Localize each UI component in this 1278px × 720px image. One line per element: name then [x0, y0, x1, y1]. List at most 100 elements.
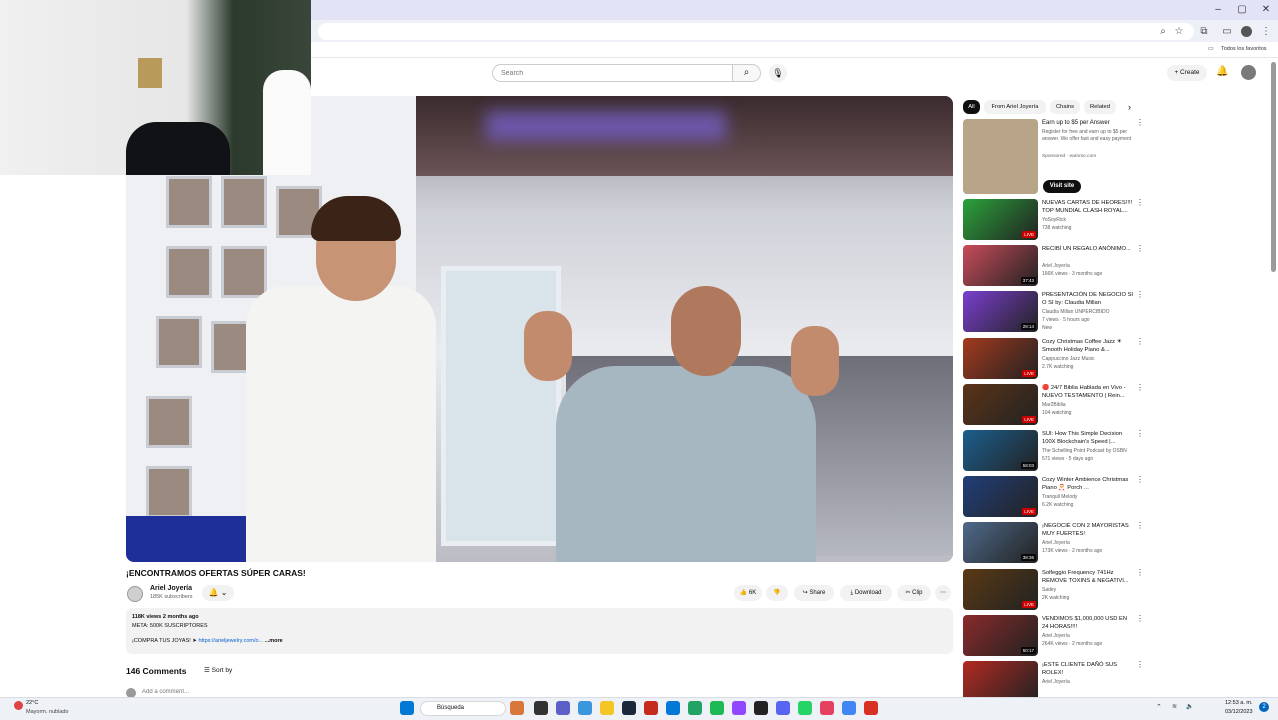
notifications-bell-icon[interactable]: 🔔 [1216, 66, 1228, 77]
download-button[interactable]: ⤓ Download [840, 585, 892, 601]
search-input[interactable] [492, 64, 733, 82]
video-thumbnail[interactable]: LIVE [963, 338, 1038, 379]
video-title[interactable]: Solfeggio Frequency 741Hz REMOVE TOXINS … [1042, 569, 1134, 585]
sort-by-button[interactable]: ☰ Sort by [204, 666, 232, 674]
video-title[interactable]: NUEVAS CARTAS DE HEORES!!!! TOP MUNDIAL … [1042, 199, 1134, 215]
channel-name[interactable]: Ariel Joyería [1042, 540, 1070, 546]
more-options-icon[interactable]: ⋮ [1136, 290, 1144, 299]
more-options-icon[interactable]: ⋮ [1136, 244, 1144, 253]
create-button[interactable]: + Create [1167, 65, 1207, 81]
channel-name[interactable]: Ariel Joyería [150, 585, 192, 592]
more-options-icon[interactable]: ⋮ [1136, 614, 1144, 623]
video-thumbnail[interactable]: LIVE [963, 569, 1038, 610]
dislike-button[interactable]: 👎 [766, 585, 788, 601]
more-options-icon[interactable]: ⋮ [1136, 521, 1144, 530]
address-bar[interactable] [318, 23, 1194, 40]
clock-date[interactable]: 03/12/2023 [1225, 709, 1253, 715]
app-icon[interactable] [820, 701, 834, 715]
whatsapp-icon[interactable] [798, 701, 812, 715]
volume-icon[interactable]: 🔈 [1186, 703, 1193, 710]
more-options-icon[interactable]: ⋮ [1136, 198, 1144, 207]
wifi-icon[interactable]: ≋ [1172, 703, 1177, 710]
channel-name[interactable]: Claudia Millan UNPERCIBIDO [1042, 309, 1110, 315]
extensions-icon[interactable]: ⧉ [1197, 25, 1211, 39]
more-options-icon[interactable]: ⋮ [1136, 475, 1144, 484]
all-bookmarks-link[interactable]: Todos los favoritos [1221, 46, 1267, 52]
add-comment-input[interactable] [142, 689, 442, 695]
share-button[interactable]: ↪ Share [794, 585, 834, 601]
taskbar-search[interactable]: Búsqueda [420, 701, 506, 716]
app-icon[interactable] [864, 701, 878, 715]
clock-time[interactable]: 12:53 a. m. [1225, 700, 1253, 706]
more-options-icon[interactable]: ⋮ [1136, 429, 1144, 438]
account-avatar[interactable] [1241, 65, 1256, 80]
channel-name[interactable]: Cappuccino Jazz Music [1042, 356, 1095, 362]
video-title[interactable]: SUI: How This Simple Decision 100X Block… [1042, 430, 1134, 446]
microphone-icon[interactable]: 🎙 [769, 64, 787, 82]
video-title[interactable]: ¡NEGOCIÉ CON 2 MAYORISTAS MUY FUERTES! [1042, 522, 1134, 538]
more-options-icon[interactable]: ⋮ [1136, 383, 1144, 392]
visit-site-button[interactable]: Visit site [1043, 180, 1081, 193]
channel-name[interactable]: YoSoyRick [1042, 217, 1066, 223]
video-title[interactable]: Cozy Winter Ambience Christmas Piano 🎅 P… [1042, 476, 1134, 492]
channel-name[interactable]: Ariel Joyería [1042, 633, 1070, 639]
video-thumbnail[interactable]: 38:36 [963, 522, 1038, 563]
video-thumbnail[interactable]: LIVE [963, 384, 1038, 425]
app-icon[interactable] [754, 701, 768, 715]
windows-start-icon[interactable] [400, 701, 414, 715]
app-icon[interactable] [666, 701, 680, 715]
shop-link[interactable]: https://arieljewelry.com/o... [198, 638, 263, 644]
more-options-icon[interactable]: ⋮ [1136, 337, 1144, 346]
more-options-icon[interactable]: ⋮ [1136, 568, 1144, 577]
file-explorer-icon[interactable] [600, 701, 614, 715]
video-thumbnail[interactable]: 28:14 [963, 291, 1038, 332]
profile-icon[interactable] [1241, 26, 1252, 37]
system-tray-chevron-icon[interactable]: ⌃ [1156, 703, 1162, 711]
task-view-icon[interactable] [534, 701, 548, 715]
scrollbar[interactable] [1271, 62, 1276, 272]
like-button[interactable]: 👍 6K [734, 585, 762, 601]
chip-from-channel[interactable]: From Ariel Joyería [984, 100, 1046, 114]
video-title[interactable]: RECIBÍ UN REGALO ANÓNIMO... [1042, 245, 1134, 261]
more-link[interactable]: ...more [265, 638, 283, 644]
bookmark-star-icon[interactable]: ☆ [1172, 25, 1186, 39]
channel-name[interactable]: Mar2Biblia [1042, 402, 1066, 408]
clip-button[interactable]: ✂ Clip [897, 585, 931, 601]
video-thumbnail[interactable]: 50:17 [963, 615, 1038, 656]
more-options-icon[interactable]: ⋮ [1136, 660, 1144, 669]
channel-name[interactable]: Ariel Joyería [1042, 263, 1070, 269]
video-title[interactable]: 🔴 24/7 Biblia Hablada en Vivo - NUEVO TE… [1042, 384, 1134, 400]
minimize-button[interactable]: – [1206, 3, 1230, 17]
channel-name[interactable]: Ariel Joyería [1042, 679, 1070, 685]
notification-icon[interactable]: 2 [1259, 702, 1269, 712]
video-thumbnail[interactable]: LIVE [963, 476, 1038, 517]
app-icon[interactable] [578, 701, 592, 715]
channel-name[interactable]: The Schelling Point Podcast by OSBN [1042, 448, 1127, 454]
search-icon[interactable]: ⌕ [733, 64, 761, 82]
app-icon[interactable] [732, 701, 746, 715]
video-title[interactable]: Cozy Christmas Coffee Jazz ☀ Smooth Holi… [1042, 338, 1134, 354]
video-title[interactable]: PRESENTACIÓN DE NEGOCIO SI O SI by: Clau… [1042, 291, 1134, 307]
app-icon[interactable] [688, 701, 702, 715]
chip-related[interactable]: Related [1084, 100, 1116, 114]
channel-name[interactable]: Tranquil Melody [1042, 494, 1077, 500]
app-icon[interactable] [510, 701, 524, 715]
video-thumbnail[interactable] [963, 661, 1038, 702]
more-options-icon[interactable]: ⋮ [1136, 118, 1144, 127]
ad-title[interactable]: Earn up to $5 per Answer [1042, 119, 1134, 127]
app-icon[interactable] [644, 701, 658, 715]
channel-avatar[interactable] [127, 586, 143, 602]
sidebar-icon[interactable]: ▭ [1220, 25, 1234, 39]
maximize-button[interactable]: ▢ [1230, 3, 1254, 17]
video-title[interactable]: VENDIMOS $1,000,000 USD EN 24 HORAS!!!! [1042, 615, 1134, 631]
video-thumbnail[interactable]: 58:03 [963, 430, 1038, 471]
channel-name[interactable]: Sadey [1042, 587, 1056, 593]
video-description[interactable]: 118K views 2 months ago META: 500K SUSCR… [126, 608, 953, 654]
video-thumbnail[interactable]: LIVE [963, 199, 1038, 240]
chat-icon[interactable] [556, 701, 570, 715]
discord-icon[interactable] [776, 701, 790, 715]
chrome-icon[interactable] [842, 701, 856, 715]
spotify-icon[interactable] [710, 701, 724, 715]
chevron-right-icon[interactable]: › [1128, 102, 1131, 112]
ad-thumbnail[interactable] [963, 119, 1038, 194]
